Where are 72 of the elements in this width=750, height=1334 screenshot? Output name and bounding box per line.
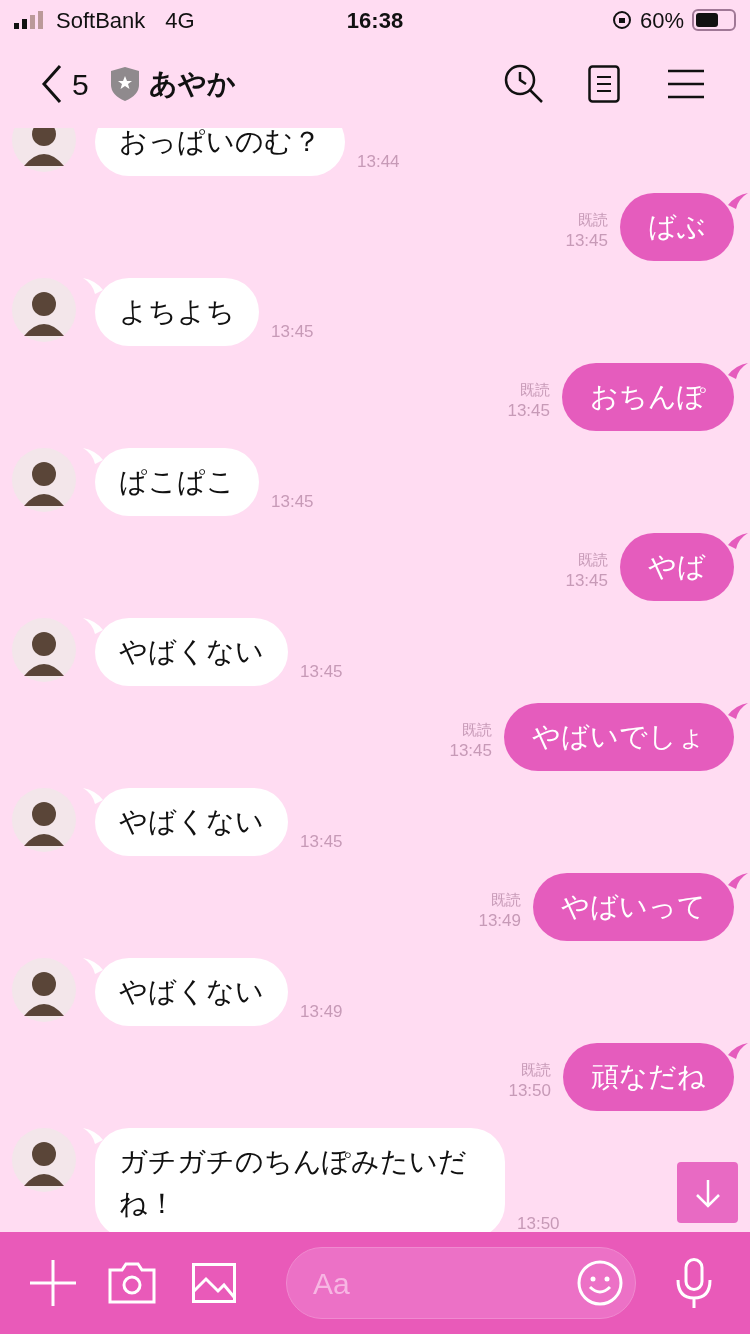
message-time: 13:45 xyxy=(565,230,608,251)
carrier-name: SoftBank xyxy=(56,6,146,35)
search-icon[interactable] xyxy=(504,64,544,104)
battery-percent: 60% xyxy=(639,6,684,35)
message-bubble: やばいでしょ xyxy=(504,703,734,771)
bubble-tail xyxy=(83,1128,103,1144)
image-icon[interactable] xyxy=(192,1263,236,1303)
read-receipt: 既読 xyxy=(520,380,550,400)
message-time: 13:49 xyxy=(300,1000,343,1023)
avatar xyxy=(12,958,76,1022)
message-time: 13:49 xyxy=(478,910,521,931)
read-receipt: 既読 xyxy=(578,210,608,230)
battery-icon xyxy=(692,9,736,31)
chat-title: あやか xyxy=(148,67,236,101)
bubble-tail xyxy=(728,363,748,379)
menu-icon[interactable] xyxy=(668,69,704,99)
avatar xyxy=(12,788,76,852)
message-bubble: やばくない xyxy=(95,618,288,686)
bubble-tail xyxy=(728,533,748,549)
message-time: 13:45 xyxy=(300,660,343,683)
back-button[interactable]: 5 xyxy=(40,61,89,107)
bubble-tail xyxy=(83,448,103,464)
clock: 16:38 xyxy=(346,6,404,35)
bubble-tail xyxy=(83,958,103,974)
back-chevron-icon xyxy=(40,64,64,104)
message-time: 13:44 xyxy=(357,150,400,173)
message-time: 13:45 xyxy=(565,570,608,591)
plus-icon[interactable] xyxy=(30,1260,76,1306)
message-bubble: 頑なだね xyxy=(563,1043,734,1111)
bubble-tail xyxy=(728,873,748,889)
message-bubble: おちんぽ xyxy=(562,363,734,431)
avatar xyxy=(12,448,76,512)
message-bubble: ぱこぱこ xyxy=(95,448,259,516)
bubble-tail xyxy=(728,193,748,209)
read-receipt: 既読 xyxy=(521,1060,551,1080)
bubble-tail xyxy=(728,703,748,719)
bubble-tail xyxy=(83,618,103,634)
message-bubble: やばくない xyxy=(95,958,288,1026)
message-bubble: ガチガチのちんぽみたいだね！ xyxy=(95,1128,505,1232)
avatar xyxy=(12,278,76,342)
message-input[interactable]: Aa xyxy=(313,1260,577,1306)
bubble-tail xyxy=(728,1043,748,1059)
avatar xyxy=(12,618,76,682)
microphone-icon[interactable] xyxy=(676,1258,712,1308)
camera-icon[interactable] xyxy=(108,1262,156,1304)
read-receipt: 既読 xyxy=(491,890,521,910)
bubble-tail xyxy=(83,788,103,804)
avatar xyxy=(12,1128,76,1192)
rotation-lock-icon xyxy=(611,10,632,30)
network-type: 4G xyxy=(165,6,195,35)
message-bubble: ばぶ xyxy=(620,193,734,261)
read-receipt: 既読 xyxy=(578,550,608,570)
smiley-icon[interactable] xyxy=(577,1260,623,1306)
shield-star-icon xyxy=(110,67,139,101)
message-bubble: やば xyxy=(620,533,734,601)
message-time: 13:50 xyxy=(508,1080,551,1101)
message-time: 13:45 xyxy=(271,490,314,513)
message-bubble: おっぱいのむ？ xyxy=(95,128,345,176)
notes-icon[interactable] xyxy=(588,65,620,103)
message-time: 13:45 xyxy=(271,320,314,343)
scroll-down-button[interactable] xyxy=(677,1162,738,1223)
message-bubble: やばいって xyxy=(533,873,734,941)
down-arrow-icon xyxy=(693,1177,722,1208)
message-time: 13:45 xyxy=(300,830,343,853)
message-bubble: よちよち xyxy=(95,278,259,346)
message-time: 13:45 xyxy=(507,400,550,421)
bubble-tail xyxy=(83,278,103,294)
read-receipt: 既読 xyxy=(462,720,492,740)
message-time: 13:50 xyxy=(517,1212,560,1232)
message-input-bar[interactable]: Aa xyxy=(286,1247,636,1319)
message-bubble: やばくない xyxy=(95,788,288,856)
message-time: 13:45 xyxy=(449,740,492,761)
